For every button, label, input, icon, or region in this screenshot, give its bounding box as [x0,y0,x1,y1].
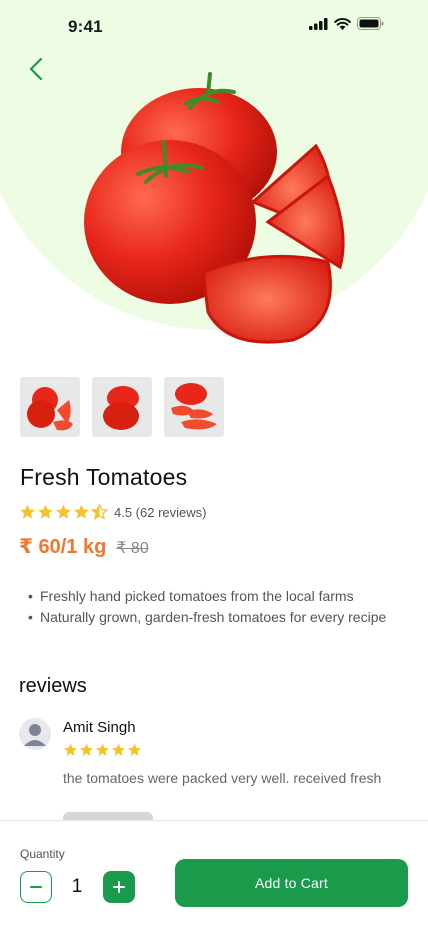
price-row: ₹ 60/1 kg ₹ 80 [19,534,149,559]
quantity-increase-button[interactable] [103,871,135,903]
tomato-thumb-icon [27,387,73,431]
status-bar: 9:41 [0,0,428,54]
reviews-heading: reviews [19,675,87,697]
star-icon [74,504,89,519]
add-to-cart-button[interactable]: Add to Cart [175,859,408,907]
current-price: ₹ 60/1 kg [19,536,107,558]
rating-row: 4.5 (62 reviews) [19,504,206,520]
review-text: the tomatoes were packed very well. rece… [63,770,382,786]
star-half-icon [91,504,108,520]
wifi-icon [334,17,351,30]
quantity-decrease-button[interactable] [20,871,52,903]
signal-icon [309,17,328,30]
feature-list: Freshly hand picked tomatoes from the lo… [28,586,408,628]
feature-item: Freshly hand picked tomatoes from the lo… [28,586,408,607]
star-icon [38,504,53,519]
thumbnail-2[interactable] [92,377,152,437]
thumbnail-1[interactable] [20,377,80,437]
feature-item: Naturally grown, garden-fresh tomatoes f… [28,607,408,628]
star-icon [20,504,35,519]
plus-icon [113,881,125,893]
star-icon [64,743,77,756]
quantity-value: 1 [71,876,83,897]
back-chevron-icon [29,57,43,81]
status-icons [309,17,384,30]
old-price: ₹ 80 [116,540,149,557]
thumbnail-3[interactable] [164,377,224,437]
star-icon [56,504,71,519]
product-image [84,72,345,344]
star-icon [112,743,125,756]
star-icon [96,743,109,756]
user-icon [24,724,46,746]
thumbnail-list [20,377,224,437]
back-button[interactable] [22,54,50,84]
status-time: 9:41 [68,17,103,36]
rating-stars [19,504,108,520]
star-icon [80,743,93,756]
quantity-label: Quantity [20,847,65,861]
reviewer-name: Amit Singh [63,719,136,736]
review-stars [63,743,142,757]
tomato-thumb-icon [171,383,217,430]
product-title: Fresh Tomatoes [20,464,188,490]
tomato-thumb-icon [103,386,139,430]
cart-bar: Quantity 1 Add to Cart [0,820,428,926]
rating-text: 4.5 (62 reviews) [114,504,207,520]
avatar [19,718,51,750]
star-icon [128,743,141,756]
battery-icon [357,17,384,30]
minus-icon [30,886,42,888]
